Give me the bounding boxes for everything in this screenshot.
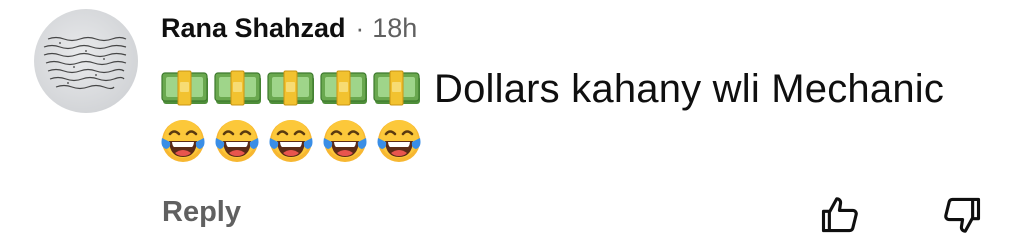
comment-text: Dollars kahany wli Mechanic (434, 66, 945, 111)
like-button[interactable] (818, 193, 862, 237)
money-with-wings-icon: $ (320, 70, 367, 106)
timestamp[interactable]: 18h (372, 13, 417, 44)
thumbs-up-icon (821, 197, 858, 233)
dislike-button[interactable] (940, 193, 984, 237)
thumbs-down-icon (944, 197, 981, 233)
author-name[interactable]: Rana Shahzad (161, 13, 346, 44)
money-emoji-row: $$$$$ (161, 70, 422, 108)
comment-body-line: $$$$$ Dollars kahany wli Mechanic (161, 66, 944, 112)
tears-of-joy-icon (215, 120, 259, 162)
money-with-wings-icon: $ (267, 70, 314, 106)
comment-header: Rana Shahzad · 18h (161, 10, 417, 46)
laugh-emoji-row (159, 117, 423, 165)
reply-button[interactable]: Reply (162, 196, 241, 229)
avatar-image (43, 36, 127, 90)
avatar[interactable] (34, 9, 138, 113)
money-with-wings-icon: $ (214, 70, 261, 106)
tears-of-joy-icon (377, 120, 421, 162)
tears-of-joy-icon (323, 120, 367, 162)
money-with-wings-icon: $ (373, 70, 420, 106)
tears-of-joy-icon (269, 120, 313, 162)
separator-dot: · (355, 12, 365, 43)
money-with-wings-icon: $ (161, 70, 208, 106)
tears-of-joy-icon (161, 120, 205, 162)
